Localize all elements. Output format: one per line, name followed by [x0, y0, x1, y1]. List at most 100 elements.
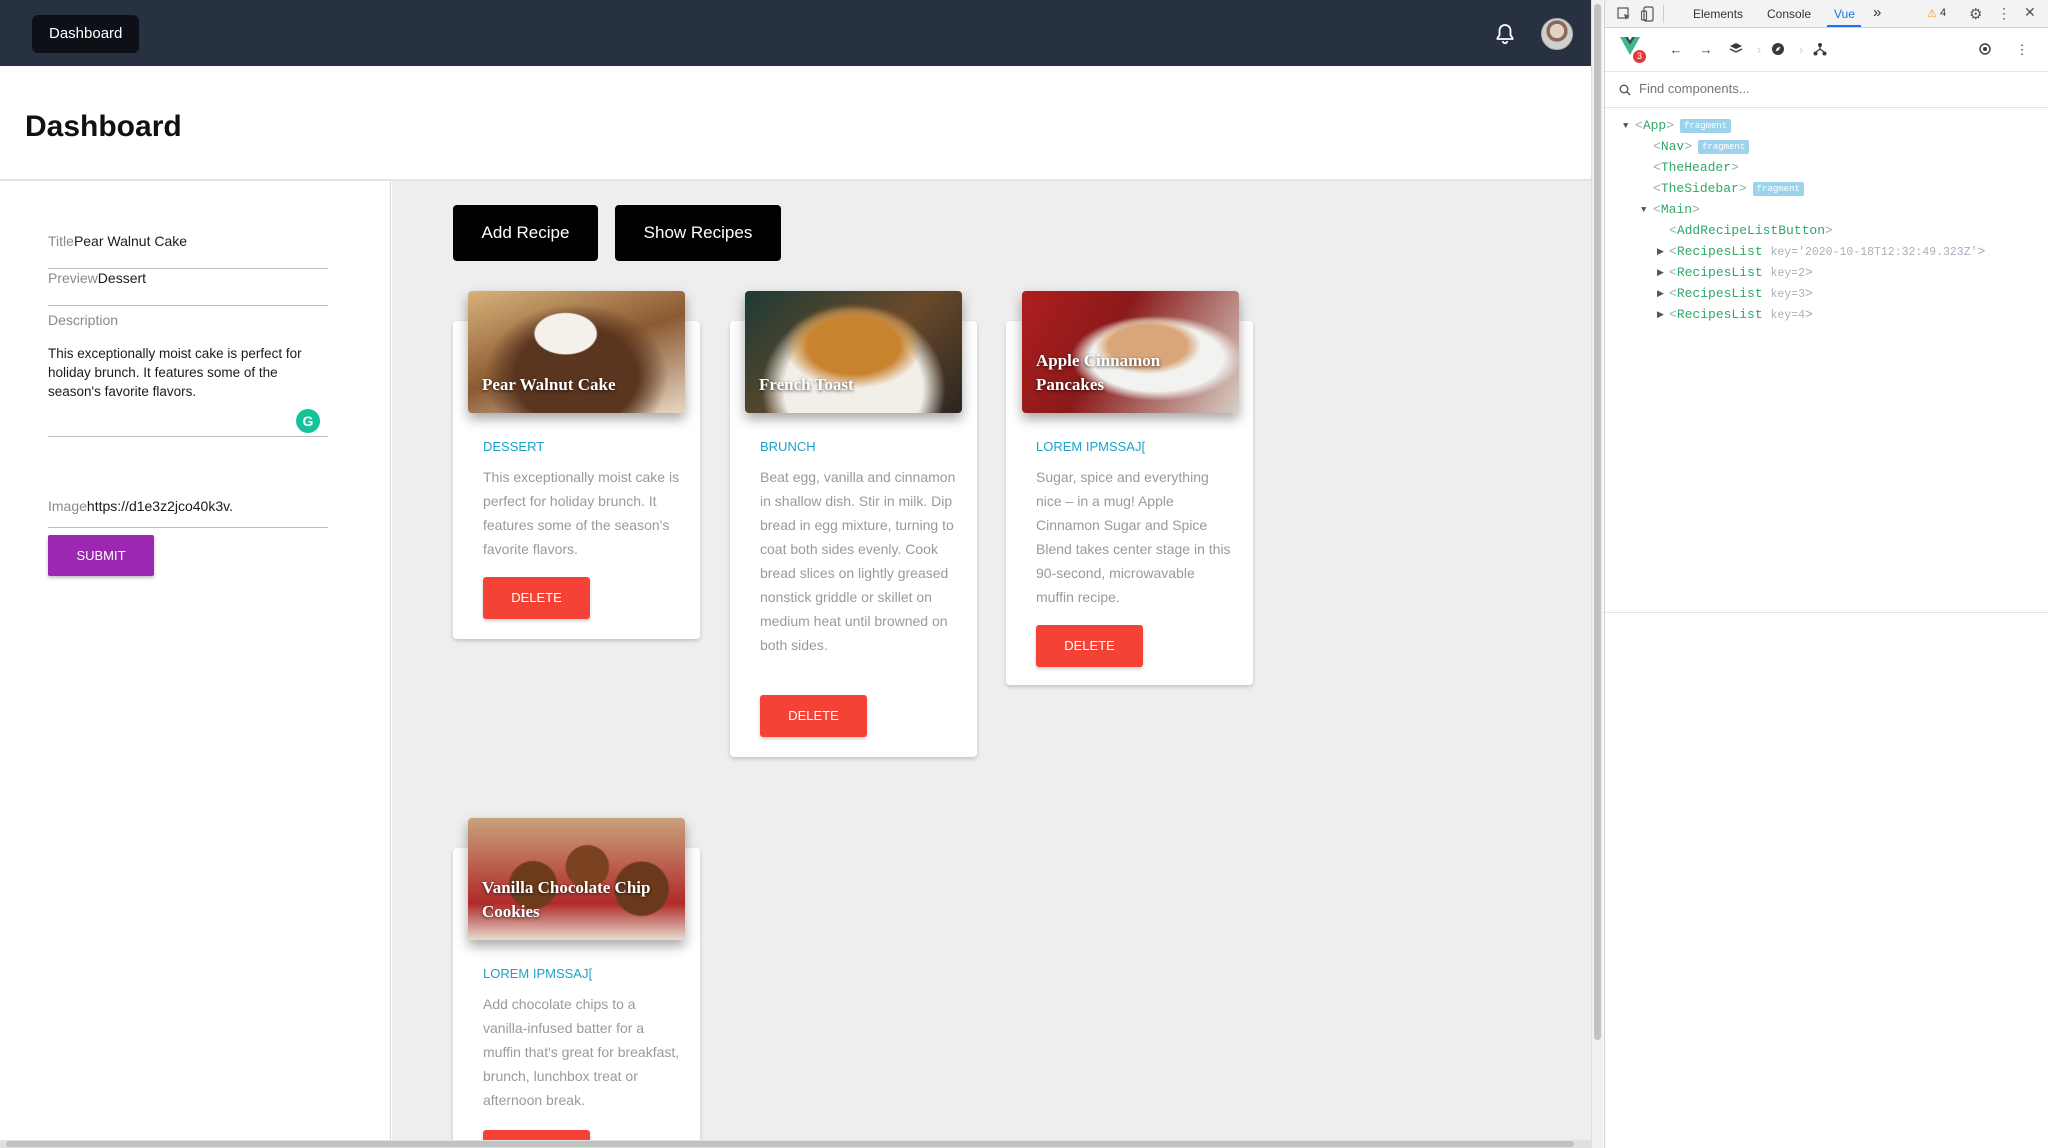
- page-title: Dashboard: [25, 110, 182, 143]
- add-recipe-button[interactable]: Add Recipe: [453, 205, 598, 261]
- recipe-title: Vanilla Chocolate Chip Cookies: [482, 878, 651, 921]
- tree-node-addrecipelistbutton[interactable]: <AddRecipeListButton>: [1669, 221, 1833, 241]
- active-tab-indicator: [1827, 25, 1861, 27]
- recipe-category: DESSERT: [483, 439, 545, 454]
- vertical-scrollbar[interactable]: [1591, 0, 1603, 1148]
- tree-node-name: RecipesList: [1676, 286, 1763, 301]
- fragment-badge: fragment: [1680, 119, 1732, 133]
- page-header: Dashboard: [0, 66, 1591, 181]
- tree-node-theheader[interactable]: <TheHeader>: [1653, 158, 1739, 178]
- vertical-scroll-thumb[interactable]: [1594, 4, 1601, 1040]
- recipe-title: Pear Walnut Cake: [482, 375, 616, 394]
- tree-node-key-label: key: [1770, 288, 1792, 301]
- tree-node-app[interactable]: ▼ <App> fragment: [1623, 116, 1732, 136]
- tab-elements[interactable]: Elements: [1693, 7, 1743, 21]
- title-value: Pear Walnut Cake: [73, 233, 188, 249]
- tree-node-key-label: key: [1770, 267, 1792, 280]
- gear-icon[interactable]: ⚙: [1969, 5, 1982, 23]
- tree-node-thesidebar[interactable]: <TheSidebar> fragment: [1653, 179, 1804, 199]
- recipe-description: This exceptionally moist cake is perfect…: [483, 469, 680, 557]
- recipe-image: Vanilla Chocolate Chip Cookies: [468, 818, 685, 940]
- tree-node-name: TheSidebar: [1660, 181, 1739, 196]
- search-icon: [1619, 84, 1631, 96]
- preview-label: Preview: [48, 270, 98, 286]
- components-layers-icon[interactable]: [1729, 42, 1743, 56]
- recipe-description: Add chocolate chips to a vanilla-infused…: [483, 996, 680, 1108]
- devtools-panel: Elements Console Vue » ⚠ 4 ⚙ ⋮ ✕ 3 ← → ›…: [1604, 0, 2048, 1148]
- horizontal-scroll-thumb[interactable]: [6, 1141, 1574, 1147]
- tree-node-key-label: key: [1770, 309, 1792, 322]
- image-field[interactable]: Imagehttps://d1e3z2jco40k3v.: [48, 498, 328, 528]
- fragment-badge: fragment: [1752, 182, 1804, 196]
- tree-node-key-value: 2: [1798, 267, 1805, 280]
- tree-node-name: RecipesList: [1676, 244, 1763, 259]
- tree-node-key-value: 3: [1798, 288, 1805, 301]
- recipe-description: Sugar, spice and everything nice – in a …: [1036, 469, 1231, 605]
- back-arrow-icon[interactable]: ←: [1669, 43, 1683, 57]
- description-value: This exceptionally moist cake is perfect…: [48, 346, 302, 399]
- tree-node-name: TheHeader: [1660, 160, 1732, 175]
- tree-node-nav[interactable]: <Nav> fragment: [1653, 137, 1750, 157]
- delete-button[interactable]: DELETE: [1036, 625, 1143, 667]
- grammarly-icon[interactable]: G: [296, 409, 320, 433]
- chevron-right-icon: ›: [1756, 42, 1762, 57]
- tree-node-main[interactable]: ▼ <Main>: [1641, 200, 1700, 220]
- title-label: Title: [48, 233, 74, 249]
- warning-icon[interactable]: ⚠: [1927, 7, 1937, 20]
- image-label: Image: [48, 498, 87, 514]
- devtools-tab-bar: Elements Console Vue » ⚠ 4 ⚙ ⋮ ✕: [1605, 0, 2048, 28]
- recipe-image: Apple Cinnamon Pancakes: [1022, 291, 1239, 413]
- inspect-element-icon[interactable]: [1617, 7, 1631, 21]
- app-viewport: Dashboard Dashboard TitlePear Walnut Cak…: [0, 0, 1591, 1148]
- device-toggle-icon[interactable]: [1641, 6, 1655, 22]
- tree-node-recipeslist[interactable]: ▶ <RecipesList key='2020-10-18T12:32:49.3…: [1657, 242, 1985, 262]
- vue-more-options-icon[interactable]: ⋮: [2015, 43, 2029, 57]
- divider: [1663, 5, 1664, 23]
- tree-node-name: App: [1642, 118, 1667, 133]
- delete-button[interactable]: DELETE: [483, 577, 590, 619]
- routes-icon[interactable]: [1813, 42, 1827, 56]
- tree-node-recipeslist[interactable]: ▶ <RecipesList key=3>: [1657, 284, 1813, 304]
- tree-node-key-value: '2020-10-18T12:32:49.323Z': [1798, 246, 1978, 259]
- tree-node-name: Main: [1660, 202, 1693, 217]
- recipe-category: LOREM IPMSSAJ[: [483, 966, 593, 981]
- tree-node-key-value: 4: [1798, 309, 1805, 322]
- tree-node-recipeslist[interactable]: ▶ <RecipesList key=4>: [1657, 305, 1813, 325]
- devtools-pane-divider: [1605, 612, 2048, 613]
- warning-count: 4: [1940, 7, 1947, 19]
- chevron-right-icon: ›: [1798, 42, 1804, 57]
- description-label: Description: [48, 312, 119, 328]
- delete-button[interactable]: DELETE: [760, 695, 867, 737]
- timeline-compass-icon[interactable]: [1771, 42, 1785, 56]
- show-recipes-button[interactable]: Show Recipes: [615, 205, 781, 261]
- recipes-main: Add Recipe Show Recipes DESSERT This exc…: [392, 181, 1591, 1148]
- find-components-input[interactable]: [1639, 81, 2029, 96]
- tab-vue[interactable]: Vue: [1834, 7, 1855, 21]
- recipe-category: BRUNCH: [760, 439, 816, 454]
- more-tabs-icon[interactable]: »: [1873, 4, 1881, 21]
- tree-node-name: RecipesList: [1676, 307, 1763, 322]
- preview-field[interactable]: PreviewDessert: [48, 270, 328, 306]
- submit-button[interactable]: SUBMIT: [48, 535, 154, 576]
- horizontal-scrollbar[interactable]: [0, 1140, 1591, 1148]
- image-value: https://d1e3z2jco40k3v.: [86, 498, 233, 514]
- avatar[interactable]: [1541, 18, 1573, 50]
- kebab-menu-icon[interactable]: ⋮: [1997, 5, 2011, 22]
- forward-arrow-icon[interactable]: →: [1699, 43, 1713, 57]
- fragment-badge: fragment: [1698, 140, 1750, 154]
- tree-node-key-label: key: [1770, 246, 1792, 259]
- title-field[interactable]: TitlePear Walnut Cake: [48, 233, 328, 269]
- recipe-description: Beat egg, vanilla and cinnamon in shallo…: [760, 469, 956, 653]
- recipe-title: French Toast: [759, 375, 854, 394]
- select-component-target-icon[interactable]: [1978, 42, 1992, 56]
- dashboard-nav-button[interactable]: Dashboard: [32, 15, 140, 53]
- tab-console[interactable]: Console: [1767, 7, 1811, 21]
- close-icon[interactable]: ✕: [2024, 4, 2036, 21]
- component-search-bar: [1605, 72, 2048, 108]
- preview-value: Dessert: [97, 270, 147, 286]
- tree-node-name: Nav: [1660, 139, 1685, 154]
- top-nav: Dashboard: [0, 0, 1591, 66]
- vue-app-count-badge: 3: [1633, 50, 1646, 63]
- bell-icon[interactable]: [1493, 22, 1517, 46]
- tree-node-recipeslist[interactable]: ▶ <RecipesList key=2>: [1657, 263, 1813, 283]
